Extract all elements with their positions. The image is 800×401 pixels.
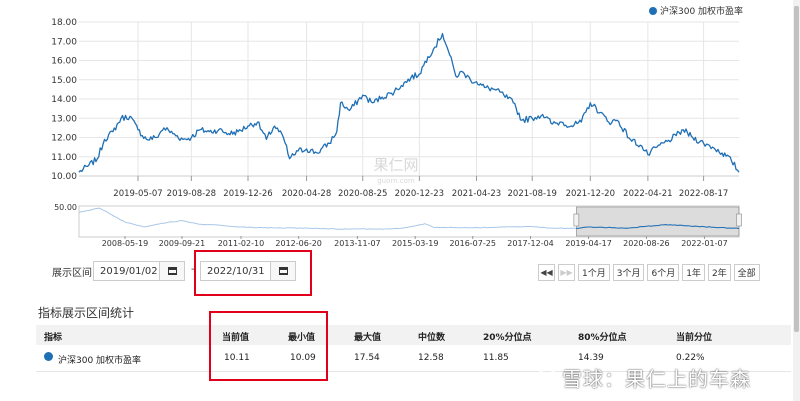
navigator-x-tick-label: 2009-09-21 <box>159 239 206 248</box>
navigator-y-tick-label: 50.00 <box>54 203 77 212</box>
navigator-x-tick-label: 2012-06-20 <box>275 239 322 248</box>
row-median-value: 12.58 <box>418 353 444 363</box>
navigator-x-tick-label: 2008-05-19 <box>102 239 149 248</box>
range-buttons: ◀◀ ▶▶ 1个月 3个月 6个月 1年 2年 全部 <box>538 264 763 281</box>
legend-marker <box>649 6 657 15</box>
range-1-year-button[interactable]: 1年 <box>682 264 705 281</box>
start-date-field[interactable]: 2019/01/02 <box>93 261 185 281</box>
navigator-x-tick-label: 2011-02-10 <box>218 239 265 248</box>
prev-period-button[interactable]: ◀◀ <box>538 264 555 281</box>
row-max-value: 17.54 <box>354 353 380 363</box>
col-header-indicator: 指标 <box>44 333 63 343</box>
scrollbar-thumb[interactable] <box>794 6 799 332</box>
range-2-year-button[interactable]: 2年 <box>707 264 731 281</box>
navigator-y-axis: 50.00 <box>54 203 77 212</box>
range-1-month-button[interactable]: 1个月 <box>578 264 610 281</box>
calendar-icon <box>167 267 177 275</box>
navigator-x-axis: 2008-05-19 2009-09-21 2011-02-10 2012-06-20… <box>102 236 728 248</box>
row-indicator-name[interactable]: 沪深300 加权市盈率 <box>58 353 141 366</box>
col-header-percentile: 当前分位 <box>676 333 713 343</box>
row-percentile-value: 0.22% <box>676 353 705 363</box>
col-header-p20: 20%分位点 <box>483 333 532 343</box>
navigator-x-tick-label: 2019-04-17 <box>565 239 612 248</box>
range-label: 展示区间 <box>52 268 92 279</box>
start-date-value[interactable]: 2019/01/02 <box>94 266 159 277</box>
col-header-median: 中位数 <box>418 333 446 343</box>
double-left-arrow-icon: ◀◀ <box>540 268 553 277</box>
navigator-x-tick-label: 2015-03-19 <box>392 239 439 248</box>
xueqiu-watermark: 雪球：果仁上的车森 <box>536 363 751 392</box>
col-header-max: 最大值 <box>354 333 382 343</box>
highlight-end-date <box>194 250 312 296</box>
navigator-x-tick-label: 2022-01-07 <box>681 239 728 248</box>
page-scrollbar[interactable] <box>793 0 800 401</box>
navigator-handle-right[interactable] <box>736 213 742 227</box>
col-header-p80: 80%分位点 <box>578 333 627 343</box>
next-period-button[interactable]: ▶▶ <box>558 264 575 281</box>
double-right-arrow-icon: ▶▶ <box>560 268 573 277</box>
navigator-x-tick-label: 2020-08-26 <box>623 239 670 248</box>
watermark-text: 雪球：果仁上的车森 <box>562 367 751 391</box>
series-color-dot <box>44 352 53 361</box>
row-p20-value: 11.85 <box>483 353 509 363</box>
row-p80-value: 14.39 <box>578 353 604 363</box>
chart-legend[interactable]: 沪深300 加权市盈率 <box>649 4 743 17</box>
legend-label: 沪深300 加权市盈率 <box>660 7 744 17</box>
navigator-handle-left[interactable] <box>573 213 580 227</box>
navigator-x-tick-label: 2017-12-04 <box>507 239 554 248</box>
stats-section-title: 指标展示区间统计 <box>38 306 135 320</box>
range-6-month-button[interactable]: 6个月 <box>647 264 680 281</box>
start-calendar-button[interactable] <box>159 262 184 280</box>
highlight-current-min <box>209 311 328 381</box>
range-3-month-button[interactable]: 3个月 <box>612 264 645 281</box>
navigator-selected-range[interactable] <box>576 206 740 237</box>
xueqiu-logo-icon <box>536 367 558 388</box>
navigator-x-tick-label: 2013-11-07 <box>334 239 381 248</box>
range-all-button[interactable]: 全部 <box>733 264 760 281</box>
navigator-chart[interactable]: 50.00 2008-05-19 2009-09-21 2011-02-10 2012… <box>0 0 800 260</box>
navigator-x-tick-label: 2016-07-25 <box>449 239 496 248</box>
